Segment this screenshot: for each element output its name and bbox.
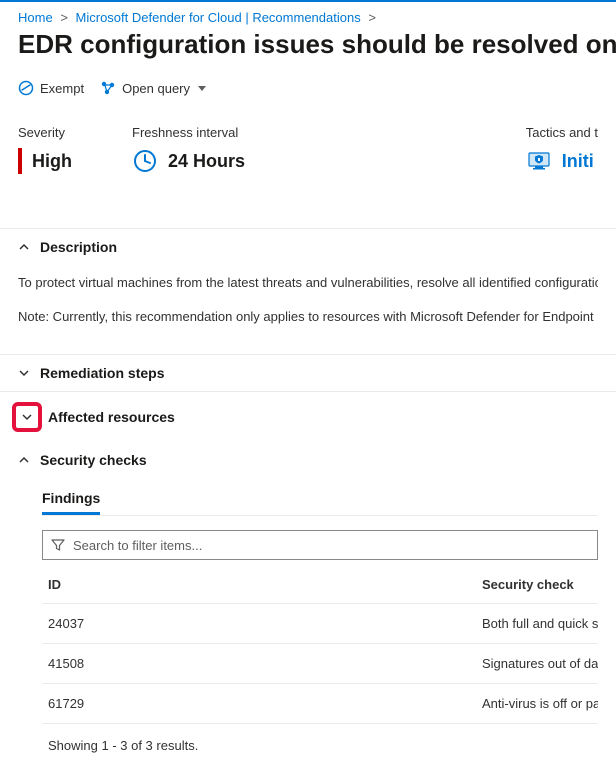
open-query-label: Open query (122, 81, 190, 96)
severity-metric: Severity High (18, 125, 72, 174)
breadcrumb-sep-1: > (60, 10, 68, 25)
chevron-down-icon (18, 367, 30, 379)
description-p2: Note: Currently, this recommendation onl… (18, 307, 598, 327)
section-security-header[interactable]: Security checks (0, 442, 616, 478)
section-description-title: Description (40, 239, 117, 255)
table-row[interactable]: 24037 Both full and quick scans ar (42, 604, 598, 644)
col-header-id[interactable]: ID (42, 577, 482, 592)
description-body: To protect virtual machines from the lat… (0, 273, 616, 354)
findings-search-input[interactable] (71, 537, 589, 554)
exempt-icon (18, 80, 34, 96)
chevron-down-icon (21, 411, 33, 423)
cell-check: Both full and quick scans ar (482, 616, 598, 631)
findings-table-head: ID Security check (42, 566, 598, 604)
filter-icon (51, 538, 65, 552)
chevron-down-icon (198, 86, 206, 91)
section-affected-header[interactable]: Affected resources (0, 391, 616, 442)
cell-id: 61729 (42, 696, 482, 711)
freshness-metric: Freshness interval 24 Hours (132, 125, 245, 174)
exempt-button[interactable]: Exempt (18, 80, 84, 96)
open-query-button[interactable]: Open query (100, 80, 206, 96)
table-row[interactable]: 61729 Anti-virus is off or partially (42, 684, 598, 724)
query-icon (100, 80, 116, 96)
severity-label: Severity (18, 125, 72, 140)
cell-check: Anti-virus is off or partially (482, 696, 598, 711)
col-header-check[interactable]: Security check (482, 577, 598, 592)
monitor-shield-icon (526, 148, 552, 174)
affected-highlight-box (12, 402, 42, 432)
tab-findings[interactable]: Findings (42, 484, 100, 515)
chevron-up-icon (18, 454, 30, 466)
description-p1: To protect virtual machines from the lat… (18, 273, 598, 293)
results-count: Showing 1 - 3 of 3 results. (42, 724, 598, 753)
freshness-label: Freshness interval (132, 125, 245, 140)
clock-icon (132, 148, 158, 174)
severity-value: High (32, 151, 72, 172)
section-description-header[interactable]: Description (0, 228, 616, 265)
tactics-metric: Tactics and t Initi (526, 125, 598, 174)
section-security-title: Security checks (40, 452, 147, 468)
breadcrumb-sep-2: > (368, 10, 376, 25)
table-row[interactable]: 41508 Signatures out of date (42, 644, 598, 684)
tactics-value[interactable]: Initi (562, 151, 594, 172)
section-remediation-header[interactable]: Remediation steps (0, 354, 616, 391)
cell-check: Signatures out of date (482, 656, 598, 671)
findings-panel: Findings ID Security check 24037 Both fu… (0, 478, 616, 763)
tactics-label: Tactics and t (526, 125, 598, 140)
page-title: EDR configuration issues should be resol… (0, 29, 616, 70)
exempt-label: Exempt (40, 81, 84, 96)
toolbar: Exempt Open query (0, 70, 616, 111)
section-affected-title: Affected resources (48, 409, 175, 425)
section-remediation-title: Remediation steps (40, 365, 164, 381)
findings-tabbar: Findings (42, 484, 598, 516)
findings-table: ID Security check 24037 Both full and qu… (42, 566, 598, 724)
breadcrumb-defender[interactable]: Microsoft Defender for Cloud | Recommend… (76, 10, 361, 25)
freshness-value: 24 Hours (168, 151, 245, 172)
severity-bar-icon (18, 148, 22, 174)
cell-id: 24037 (42, 616, 482, 631)
findings-search[interactable] (42, 530, 598, 560)
chevron-up-icon (18, 241, 30, 253)
metrics-row: Severity High Freshness interval 24 Hour… (0, 111, 616, 182)
breadcrumb-home[interactable]: Home (18, 10, 53, 25)
breadcrumb: Home > Microsoft Defender for Cloud | Re… (0, 2, 616, 29)
cell-id: 41508 (42, 656, 482, 671)
